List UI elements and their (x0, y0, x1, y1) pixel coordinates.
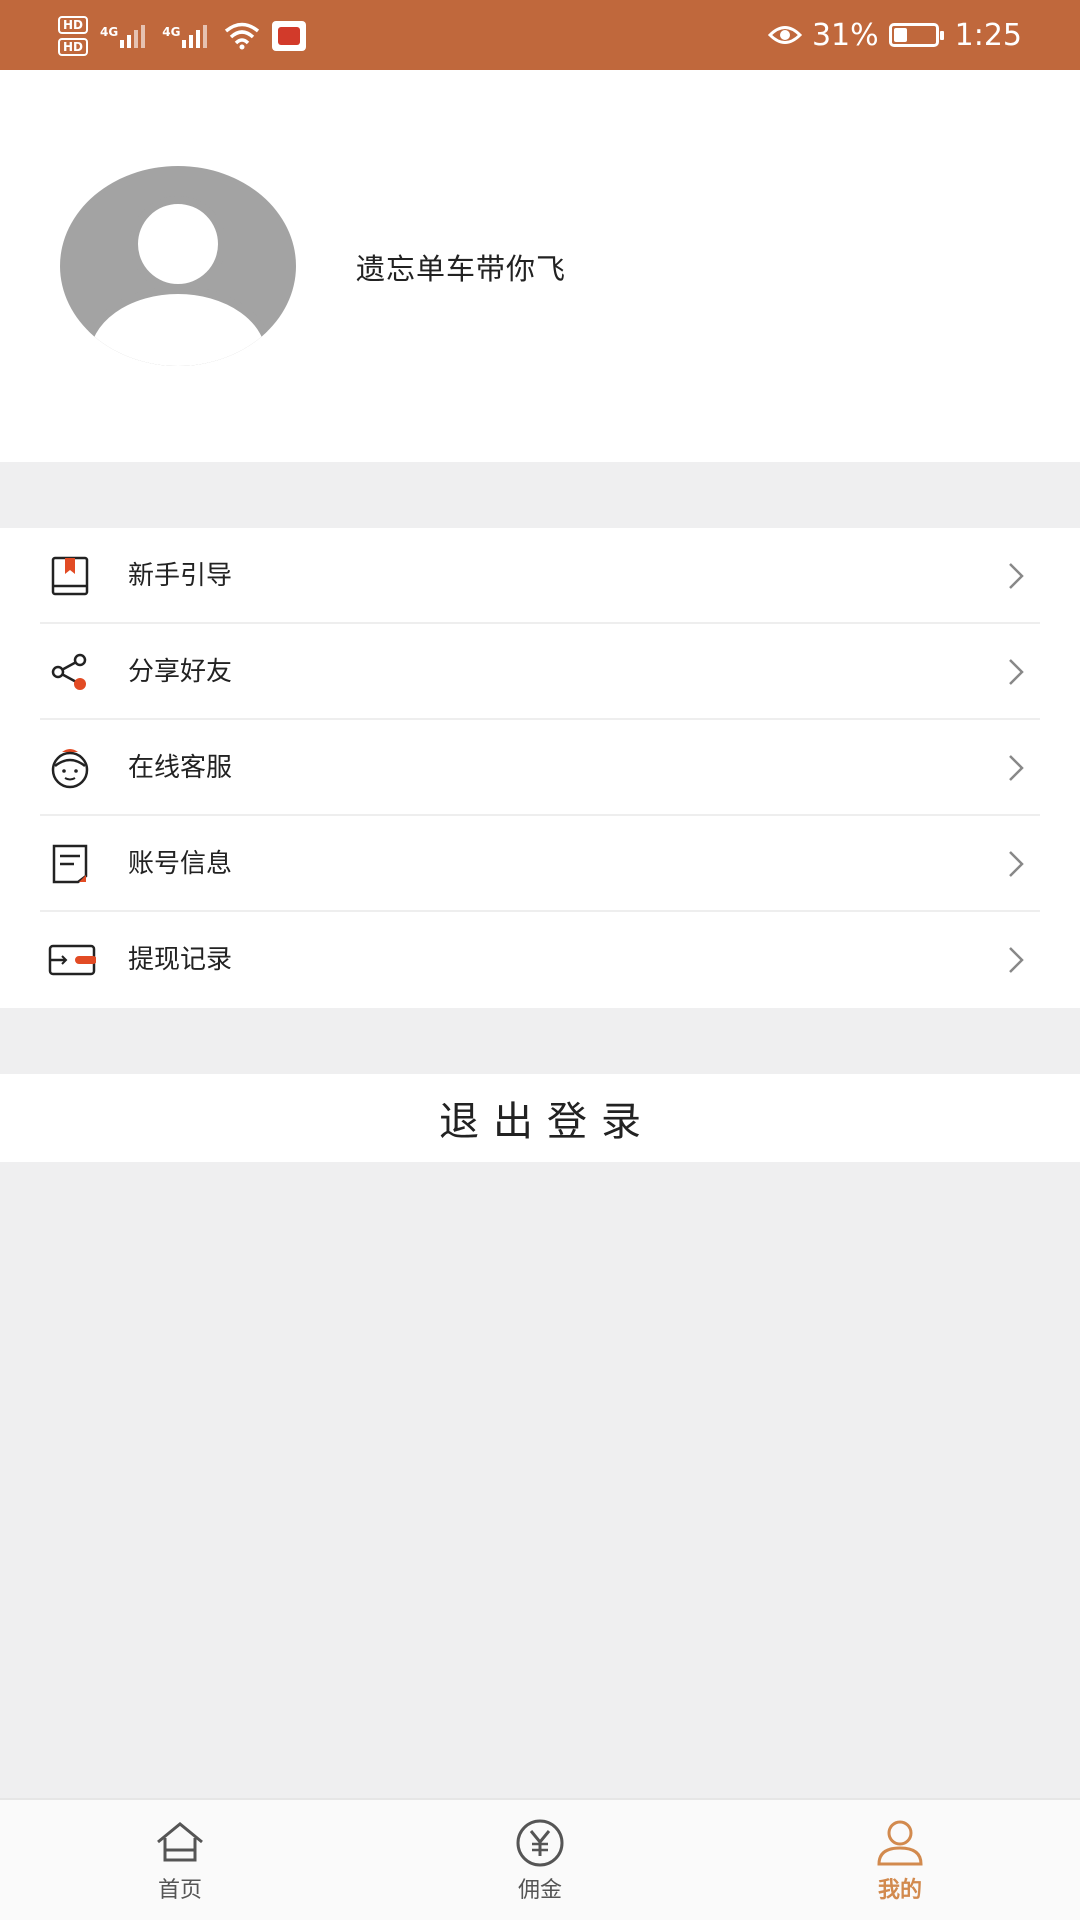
menu-item-account-info[interactable]: 账号信息 (40, 816, 1040, 912)
hd-indicators: HD HD (58, 16, 89, 56)
signal-icon-2: 4G (162, 24, 210, 48)
menu-item-label: 分享好友 (128, 657, 233, 687)
bottom-tab-bar: 首页 佣金 我的 (0, 1798, 1080, 1920)
profile-icon (877, 1820, 923, 1866)
menu-item-label: 新手引导 (128, 561, 233, 591)
chevron-right-icon (1009, 947, 1024, 973)
home-icon (157, 1822, 203, 1862)
menu-item-withdraw-record[interactable]: 提现记录 (40, 912, 1040, 1008)
clock: 1:25 (954, 17, 1022, 53)
withdraw-record-icon (48, 944, 96, 976)
logout-button[interactable]: 退出登录 (0, 1074, 1080, 1162)
tab-label: 佣金 (517, 1878, 562, 1903)
battery-percent: 31% (811, 17, 879, 53)
menu-item-guide[interactable]: 新手引导 (40, 528, 1040, 624)
profile-header: 遗忘单车带你飞 (0, 70, 1080, 462)
chevron-right-icon (1009, 755, 1024, 781)
tab-label: 我的 (877, 1878, 922, 1903)
menu-list: 新手引导 分享好友 在线客服 账号信息 提现记录 (0, 528, 1080, 1008)
chevron-right-icon (1009, 563, 1024, 589)
notification-app-icon (272, 21, 307, 51)
status-bar: HD HD 4G 4G 31% 1:25 (0, 0, 1080, 70)
hd-badge-2: HD (58, 38, 89, 56)
account-info-icon (52, 844, 88, 884)
customer-service-icon (51, 749, 89, 789)
menu-item-label: 提现记录 (128, 945, 233, 975)
menu-item-label: 在线客服 (128, 753, 233, 783)
tab-label: 首页 (157, 1878, 202, 1903)
guide-book-icon (51, 556, 89, 596)
hd-badge-1: HD (58, 16, 89, 34)
username: 遗忘单车带你飞 (356, 252, 567, 286)
chevron-right-icon (1009, 851, 1024, 877)
signal-label-2: 4G (162, 24, 181, 39)
battery-icon (888, 23, 944, 47)
menu-item-label: 账号信息 (128, 849, 233, 879)
menu-item-share[interactable]: 分享好友 (40, 624, 1040, 720)
wifi-icon (225, 22, 260, 50)
avatar-icon[interactable] (60, 166, 296, 366)
tab-home[interactable]: 首页 (80, 1800, 280, 1920)
signal-icon-1: 4G (100, 24, 148, 48)
status-right: 31% 1:25 (767, 0, 1022, 70)
logout-label: 退出登录 (439, 1099, 655, 1145)
tab-commission[interactable]: 佣金 (440, 1800, 640, 1920)
yuan-icon (516, 1819, 564, 1867)
status-left: HD HD 4G 4G (58, 8, 307, 64)
eye-icon (767, 26, 802, 44)
share-icon (51, 653, 87, 690)
menu-item-customer-service[interactable]: 在线客服 (40, 720, 1040, 816)
chevron-right-icon (1009, 659, 1024, 685)
screen: HD HD 4G 4G 31% 1:25 遗忘单车带你飞 新手引导 分享好友 在… (0, 0, 1080, 1920)
signal-label-1: 4G (100, 24, 119, 39)
tab-mine[interactable]: 我的 (800, 1800, 1000, 1920)
